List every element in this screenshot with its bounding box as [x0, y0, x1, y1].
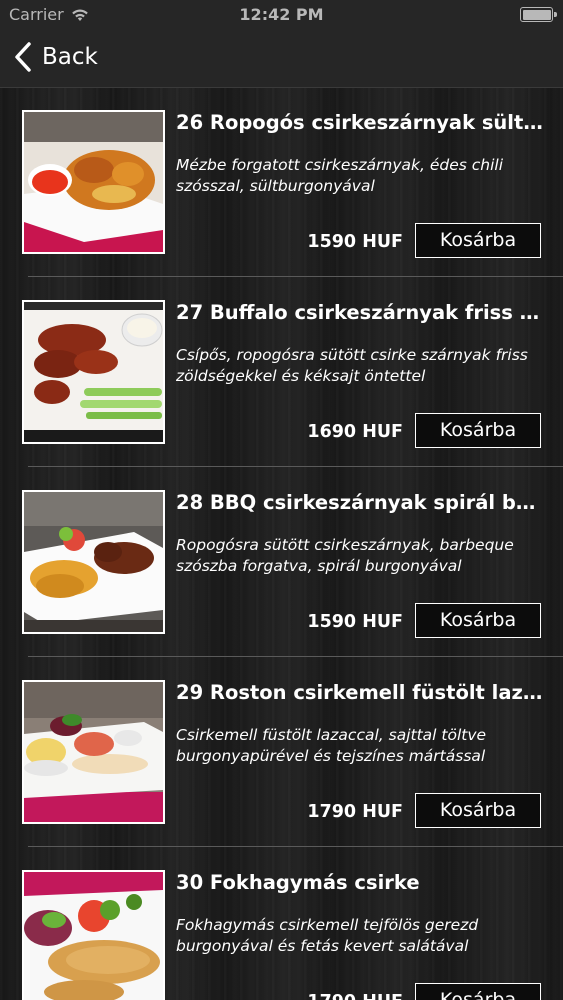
- dish-title: 30 Fokhagymás csirke: [176, 871, 420, 894]
- dish-title: 27 Buffalo csirkeszárnyak friss zö...: [176, 301, 548, 324]
- add-to-cart-button[interactable]: Kosárba: [415, 793, 541, 828]
- dish-price: 1690 HUF: [307, 422, 403, 442]
- dish-price: 1790 HUF: [307, 802, 403, 822]
- back-label: Back: [42, 44, 98, 70]
- dish-description: Csirkemell füstölt lazaccal, sajttal töl…: [176, 726, 487, 765]
- divider: [28, 276, 563, 277]
- list-item[interactable]: 27 Buffalo csirkeszárnyak friss zö... Cs…: [0, 279, 563, 469]
- dish-price: 1590 HUF: [307, 612, 403, 632]
- dish-title: 29 Roston csirkemell füstölt lazac...: [176, 681, 548, 704]
- battery-full-icon: [520, 7, 557, 22]
- add-to-cart-button[interactable]: Kosárba: [415, 983, 541, 1000]
- dish-photo: [22, 870, 165, 1000]
- dish-photo: [22, 490, 165, 634]
- menu-list: 26 Ropogós csirkeszárnyak sültb... Mézbe…: [0, 89, 563, 1000]
- dish-price: 1590 HUF: [307, 232, 403, 252]
- back-button[interactable]: Back: [14, 42, 98, 72]
- add-to-cart-button[interactable]: Kosárba: [415, 603, 541, 638]
- status-bar: Carrier 12:42 PM: [0, 0, 563, 30]
- list-item[interactable]: 30 Fokhagymás csirke Fokhagymás csirkeme…: [0, 849, 563, 1000]
- divider: [28, 656, 563, 657]
- dish-description: Csípős, ropogósra sütött csirke szárnyak…: [176, 346, 528, 385]
- add-to-cart-button[interactable]: Kosárba: [415, 413, 541, 448]
- screen: Carrier 12:42 PM Back 26 Ropogós csirkes…: [0, 0, 563, 1000]
- dish-price: 1790 HUF: [300, 992, 403, 1000]
- list-item[interactable]: 28 BBQ csirkeszárnyak spirál bur... Ropo…: [0, 469, 563, 659]
- dish-description: Mézbe forgatott csirkeszárnyak, édes chi…: [176, 156, 504, 195]
- navigation-bar: Back: [0, 30, 563, 88]
- dish-photo: [22, 680, 165, 824]
- dish-photo: [22, 300, 165, 444]
- dish-description: Fokhagymás csirkemell tejfölös gerezd bu…: [176, 916, 479, 955]
- add-to-cart-button[interactable]: Kosárba: [415, 223, 541, 258]
- divider: [28, 466, 563, 467]
- divider: [28, 846, 563, 847]
- status-time: 12:42 PM: [239, 5, 324, 24]
- list-item[interactable]: 26 Ropogós csirkeszárnyak sültb... Mézbe…: [0, 89, 563, 279]
- list-item[interactable]: 29 Roston csirkemell füstölt lazac... Cs…: [0, 659, 563, 849]
- dish-title: 26 Ropogós csirkeszárnyak sültb...: [176, 111, 548, 134]
- dish-photo: [22, 110, 165, 254]
- dish-title: 28 BBQ csirkeszárnyak spirál bur...: [176, 491, 548, 514]
- dish-description: Ropogósra sütött csirkeszárnyak, barbequ…: [176, 536, 514, 575]
- chevron-left-icon: [14, 42, 32, 72]
